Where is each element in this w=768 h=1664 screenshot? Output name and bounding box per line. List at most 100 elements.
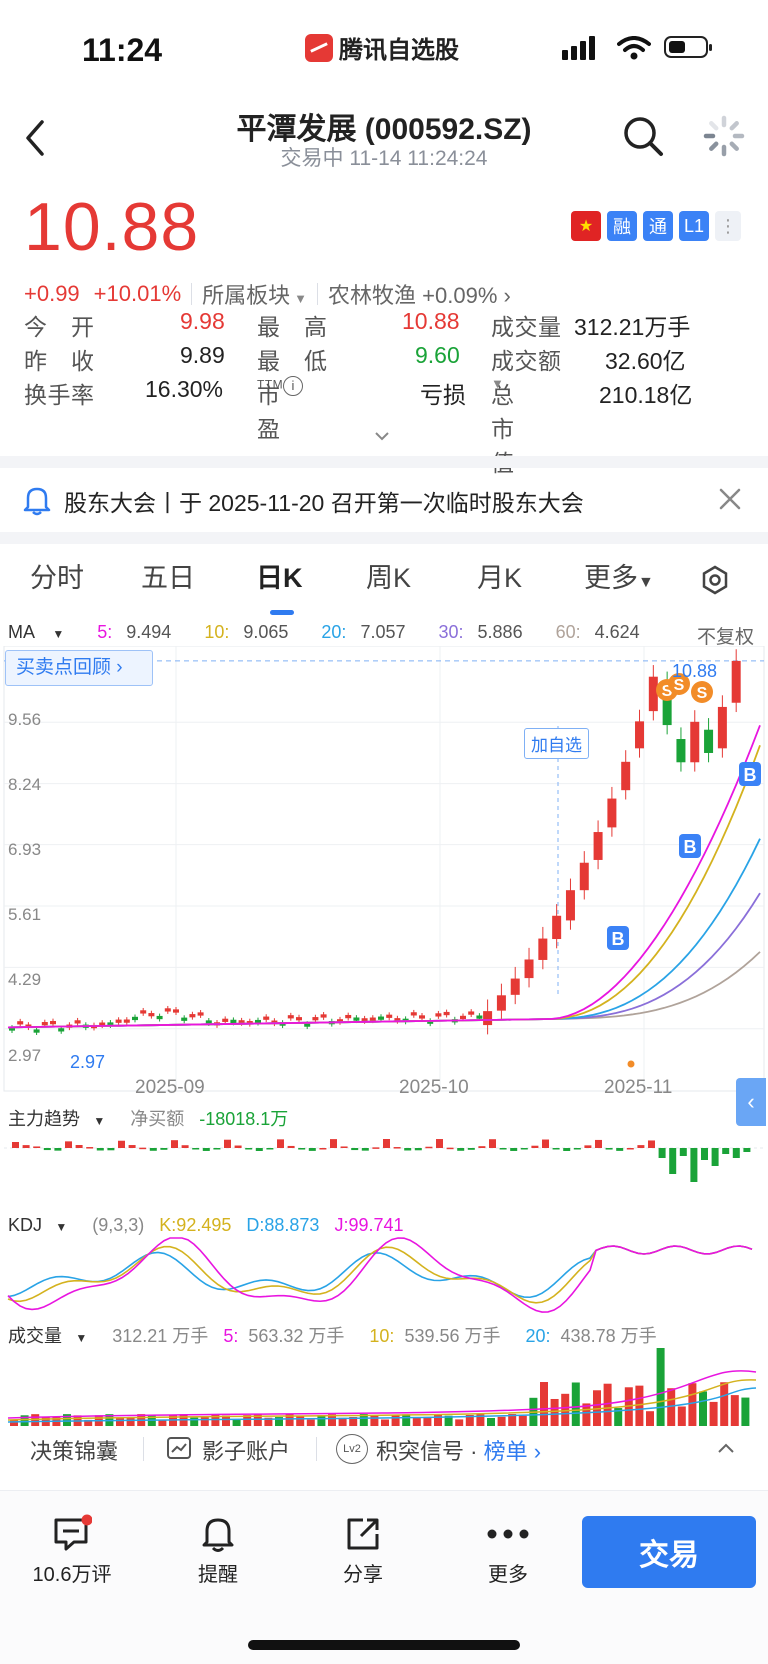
flow-bar (160, 1148, 168, 1150)
turnover-label: 换手率 (24, 382, 95, 408)
active-tab-indicator (270, 610, 294, 615)
connect-badge[interactable]: 通 (643, 211, 673, 241)
tab-daily-k[interactable]: 日K (256, 556, 303, 595)
candle (443, 1011, 450, 1016)
share-label: 分享 (343, 1564, 383, 1586)
app-logo-icon (305, 33, 333, 62)
signal-tool[interactable]: 积突信号 · 榜单 › (376, 1434, 541, 1466)
flow-bar (658, 1148, 666, 1158)
share-button[interactable]: 分享 (313, 1510, 413, 1587)
sector-label: 所属板块 (202, 283, 291, 308)
tab-five-day[interactable]: 五日 (141, 556, 195, 595)
comments-button[interactable]: 10.6万评 (22, 1510, 122, 1587)
caret-down-icon: ▼ (52, 1220, 68, 1234)
y-tick: 8.24 (8, 775, 42, 794)
close-icon[interactable] (718, 487, 742, 511)
ma-dropdown[interactable]: MA ▼ (8, 622, 78, 642)
market-cap-value: 210.18亿 (599, 382, 693, 408)
tab-weekly-k[interactable]: 周K (366, 556, 411, 595)
main-force-dropdown[interactable]: 主力趋势 ▼ (8, 1109, 115, 1129)
candle (378, 1016, 384, 1020)
flow-bar (520, 1148, 528, 1150)
net-buy-value: -18018.1万 (199, 1109, 289, 1129)
ma20-value: 20: 7.057 (321, 622, 419, 642)
industry-name: 农林牧渔 (328, 283, 417, 308)
prev-close-value: 9.89 (180, 342, 225, 368)
pe-label[interactable]: 市盈 TTM i (257, 376, 304, 442)
ma5-key: 5: (97, 622, 113, 642)
remind-button[interactable]: 提醒 (168, 1510, 268, 1587)
flow-bar (531, 1145, 539, 1148)
more-badges-icon[interactable]: ⋮ (715, 211, 741, 241)
margin-badge[interactable]: 融 (607, 211, 637, 241)
comments-label: 10.6万评 (32, 1564, 112, 1586)
search-icon[interactable] (621, 114, 665, 158)
expand-stats-icon[interactable] (374, 430, 390, 442)
ranking-link[interactable]: 榜单 (484, 1439, 528, 1464)
flow-bar (224, 1139, 231, 1148)
ma10-number: 9.065 (243, 622, 289, 642)
candle (41, 1022, 48, 1026)
remind-label: 提醒 (198, 1564, 238, 1586)
caret-down-icon: ▼ (49, 627, 65, 641)
open-value: 9.98 (180, 308, 225, 334)
candle (621, 761, 631, 791)
flow-bar (563, 1148, 571, 1151)
candle (635, 721, 645, 749)
candle (181, 1017, 188, 1021)
level1-badge[interactable]: L1 (679, 211, 709, 241)
flow-bar (436, 1139, 443, 1148)
ma20-number: 7.057 (360, 622, 406, 642)
flow-bar (573, 1148, 581, 1150)
flow-bar (393, 1147, 401, 1149)
candle (164, 1008, 171, 1012)
kdj-dropdown[interactable]: KDJ ▼ (8, 1215, 77, 1235)
kdj-j: J:99.741 (334, 1215, 404, 1235)
kdj-chart (7, 1237, 753, 1313)
home-indicator (248, 1640, 520, 1650)
chevron-up-icon[interactable] (716, 1442, 736, 1454)
x-tick: 2025-10 (399, 1077, 469, 1098)
shadow-account[interactable]: 影子账户 (202, 1434, 290, 1466)
candle (690, 721, 700, 763)
candle (483, 1011, 493, 1026)
candle (717, 706, 727, 749)
status-app-name: 腾讯自选股 (305, 30, 459, 65)
ma5-value: 5: 9.494 (97, 622, 185, 642)
info-icon[interactable]: i (283, 376, 304, 396)
adjust-mode[interactable]: 不复权 (697, 622, 754, 649)
more-button[interactable]: 更多 (458, 1510, 558, 1587)
volume-bar (656, 1348, 665, 1426)
candle (648, 676, 658, 712)
trade-button[interactable]: 交易 (582, 1516, 756, 1588)
add-watch-marker[interactable]: 加自选 (524, 728, 589, 759)
buy-marker-label: B (684, 837, 697, 857)
kdj-d: D:88.873 (246, 1215, 320, 1235)
kline-chart[interactable]: BBBS S S (0, 646, 768, 1096)
tab-monthly-k[interactable]: 月K (477, 556, 522, 595)
flow-bar (595, 1139, 602, 1148)
tab-minute[interactable]: 分时 (30, 556, 84, 595)
flow-bar (732, 1148, 740, 1158)
collapse-panel-icon[interactable]: ‹ (736, 1078, 766, 1126)
candle (524, 959, 534, 979)
trade-review-button[interactable]: 买卖点回顾 › (5, 650, 153, 686)
low-value: 9.60 (415, 342, 460, 368)
stats-row-1: 今 开 9.98 最 高 10.88 成交量 312.21万手 (24, 308, 744, 342)
candle (419, 1015, 425, 1019)
flow-bar (202, 1148, 210, 1151)
sell-marker-label: S (697, 685, 708, 702)
sector-dropdown[interactable]: 所属板块 ▼ (202, 278, 307, 310)
status-time: 11:24 (82, 32, 163, 68)
decision-tool[interactable]: 决策锦囊 (30, 1434, 118, 1466)
flow-bar (605, 1148, 613, 1150)
flow-bar (171, 1140, 178, 1148)
loading-spinner-icon (703, 115, 745, 157)
flow-bar (149, 1148, 157, 1151)
candle (17, 1021, 24, 1025)
chart-settings-icon[interactable] (700, 565, 730, 595)
industry-link[interactable]: 农林牧渔 +0.09% › (328, 278, 511, 310)
y-tick: 6.93 (8, 840, 42, 859)
tab-more[interactable]: 更多▼ (584, 556, 654, 595)
flow-bar (372, 1147, 380, 1149)
